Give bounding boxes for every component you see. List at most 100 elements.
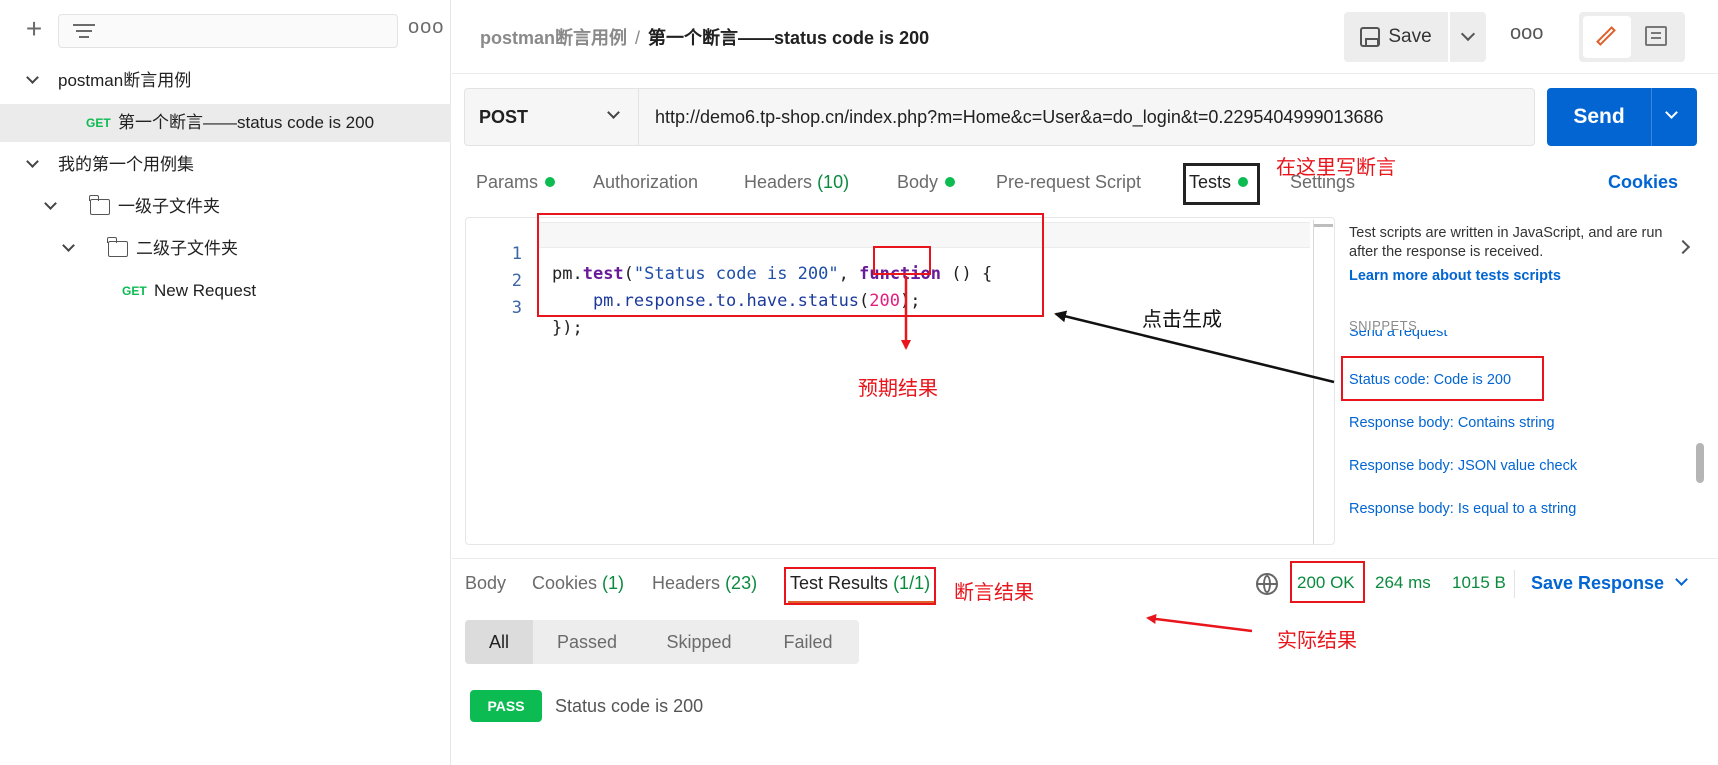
breadcrumb-separator: / bbox=[635, 28, 641, 48]
tab-label: Headers bbox=[744, 172, 813, 192]
plus-icon[interactable]: + bbox=[18, 14, 50, 46]
chevron-down-icon[interactable] bbox=[62, 240, 76, 254]
tree-item-collection-2[interactable]: 我的第一个用例集 bbox=[0, 146, 451, 184]
edit-mode-button[interactable] bbox=[1583, 16, 1631, 58]
breadcrumb: postman断言用例 / 第一个断言——status code is 200 bbox=[480, 24, 929, 50]
tree-item-collection-1[interactable]: postman断言用例 bbox=[0, 62, 451, 100]
send-button[interactable]: Send bbox=[1547, 88, 1697, 146]
status-dot bbox=[1238, 177, 1249, 187]
filter-failed[interactable]: Failed bbox=[757, 620, 859, 664]
response-size[interactable]: 1015 B bbox=[1452, 573, 1506, 593]
globe-icon[interactable] bbox=[1256, 573, 1278, 595]
code-text: pm.response.to.have.status(200); bbox=[552, 291, 921, 311]
response-tab-cookies[interactable]: Cookies (1) bbox=[532, 573, 624, 594]
sidebar-search-input[interactable] bbox=[58, 14, 398, 48]
response-status[interactable]: 200 OK bbox=[1297, 573, 1355, 593]
tab-params[interactable]: Params bbox=[476, 172, 556, 193]
response-divider bbox=[452, 558, 1718, 559]
tab-label: Params bbox=[476, 172, 539, 192]
tab-pre-request-script[interactable]: Pre-request Script bbox=[996, 172, 1141, 193]
tab-label: Headers bbox=[652, 573, 721, 593]
tab-label: Cookies bbox=[532, 573, 598, 593]
filter-icon[interactable] bbox=[73, 23, 95, 41]
chevron-down-icon bbox=[607, 107, 621, 121]
snippet-item[interactable]: Status code: Code is 200 bbox=[1349, 372, 1511, 388]
method-badge: GET bbox=[86, 116, 111, 130]
send-divider bbox=[1651, 88, 1652, 146]
view-toggle bbox=[1579, 12, 1685, 62]
breadcrumb-parent[interactable]: postman断言用例 bbox=[480, 28, 627, 48]
snippets-scrollbar[interactable] bbox=[1696, 443, 1704, 483]
response-tab-headers[interactable]: Headers (23) bbox=[652, 573, 757, 594]
chevron-down-icon[interactable] bbox=[44, 198, 58, 212]
chevron-down-icon[interactable] bbox=[26, 72, 40, 86]
tab-count: (23) bbox=[725, 573, 758, 593]
pencil-icon bbox=[1596, 26, 1616, 46]
code-text: pm.test("Status code is 200", function (… bbox=[552, 264, 993, 284]
snippet-item[interactable]: Response body: Contains string bbox=[1349, 415, 1555, 431]
folder-name: 一级子文件夹 bbox=[118, 197, 220, 216]
tab-label: Tests bbox=[1189, 172, 1232, 192]
tab-tests[interactable]: Tests bbox=[1189, 172, 1249, 193]
tree-item-request[interactable]: GET New Request bbox=[0, 272, 451, 310]
status-dot bbox=[545, 177, 556, 187]
tab-headers[interactable]: Headers (10) bbox=[744, 172, 849, 193]
documentation-icon[interactable] bbox=[1645, 26, 1667, 46]
tab-count: (1/1) bbox=[893, 573, 931, 593]
method-select[interactable]: POST bbox=[464, 88, 638, 146]
sidebar: + ooo postman断言用例 GET 第一个断言——status code… bbox=[0, 0, 451, 765]
editor-scrollbar[interactable] bbox=[1313, 220, 1333, 544]
filter-passed[interactable]: Passed bbox=[533, 620, 641, 664]
cookies-link[interactable]: Cookies bbox=[1608, 172, 1678, 193]
pass-badge: PASS bbox=[470, 690, 542, 722]
chevron-down-icon[interactable] bbox=[1675, 573, 1688, 586]
response-time[interactable]: 264 ms bbox=[1375, 573, 1431, 593]
save-dropdown-button[interactable] bbox=[1450, 12, 1486, 62]
snippet-item[interactable]: Send a request bbox=[1349, 330, 1549, 344]
chevron-down-icon[interactable] bbox=[1665, 106, 1678, 119]
tree-item-folder-1[interactable]: 一级子文件夹 bbox=[0, 188, 451, 226]
send-label: Send bbox=[1573, 105, 1625, 128]
url-input[interactable]: http://demo6.tp-shop.cn/index.php?m=Home… bbox=[638, 88, 1535, 146]
test-result-name: Status code is 200 bbox=[555, 696, 704, 716]
save-button[interactable]: Save bbox=[1344, 12, 1448, 62]
tab-body[interactable]: Body bbox=[897, 172, 956, 193]
tab-count: (1) bbox=[602, 573, 625, 593]
tree-item-request-selected[interactable]: GET 第一个断言——status code is 200 bbox=[0, 104, 451, 142]
tab-label: Body bbox=[897, 172, 939, 192]
learn-more-link[interactable]: Learn more about tests scripts bbox=[1349, 268, 1561, 284]
chevron-down-icon[interactable] bbox=[26, 156, 40, 170]
request-name: New Request bbox=[154, 281, 257, 300]
save-response-button[interactable]: Save Response bbox=[1531, 573, 1664, 594]
divider bbox=[1514, 570, 1515, 598]
response-tab-test-results[interactable]: Test Results (1/1) bbox=[790, 573, 930, 594]
breadcrumb-current[interactable]: 第一个断言——status code is 200 bbox=[648, 28, 929, 48]
folder-icon bbox=[107, 237, 128, 257]
tab-label: Test Results bbox=[790, 573, 889, 593]
active-line-highlight bbox=[538, 222, 1310, 248]
snippet-item[interactable]: Response body: Is equal to a string bbox=[1349, 501, 1576, 517]
method-badge: GET bbox=[122, 284, 147, 298]
snippets-description: Test scripts are written in JavaScript, … bbox=[1349, 225, 1663, 260]
method-value: POST bbox=[479, 107, 529, 127]
filter-all[interactable]: All bbox=[465, 620, 533, 664]
tree-item-folder-2[interactable]: 二级子文件夹 bbox=[0, 230, 451, 268]
annotation-assert-result: 断言结果 bbox=[954, 582, 1034, 604]
filter-skipped[interactable]: Skipped bbox=[641, 620, 757, 664]
annotation-actual: 实际结果 bbox=[1277, 630, 1357, 652]
response-tab-body[interactable]: Body bbox=[465, 573, 506, 594]
annotation-write-here: 在这里写断言 bbox=[1276, 157, 1396, 179]
annotation-click-generate: 点击生成 bbox=[1142, 309, 1222, 331]
status-dot bbox=[945, 177, 956, 187]
snippet-item[interactable]: Response body: JSON value check bbox=[1349, 458, 1577, 474]
sidebar-more-icon[interactable]: ooo bbox=[408, 16, 444, 39]
tab-authorization[interactable]: Authorization bbox=[593, 172, 698, 193]
arrow-actual bbox=[1146, 614, 1253, 633]
code-text: }); bbox=[552, 318, 583, 338]
collection-name: 我的第一个用例集 bbox=[58, 155, 194, 174]
more-icon[interactable]: ooo bbox=[1510, 22, 1543, 45]
save-icon bbox=[1360, 27, 1381, 47]
collection-name: postman断言用例 bbox=[58, 71, 192, 90]
code-line: 1 pm.test("Status code is 200", function… bbox=[466, 224, 992, 284]
line-number: 3 bbox=[511, 298, 522, 318]
